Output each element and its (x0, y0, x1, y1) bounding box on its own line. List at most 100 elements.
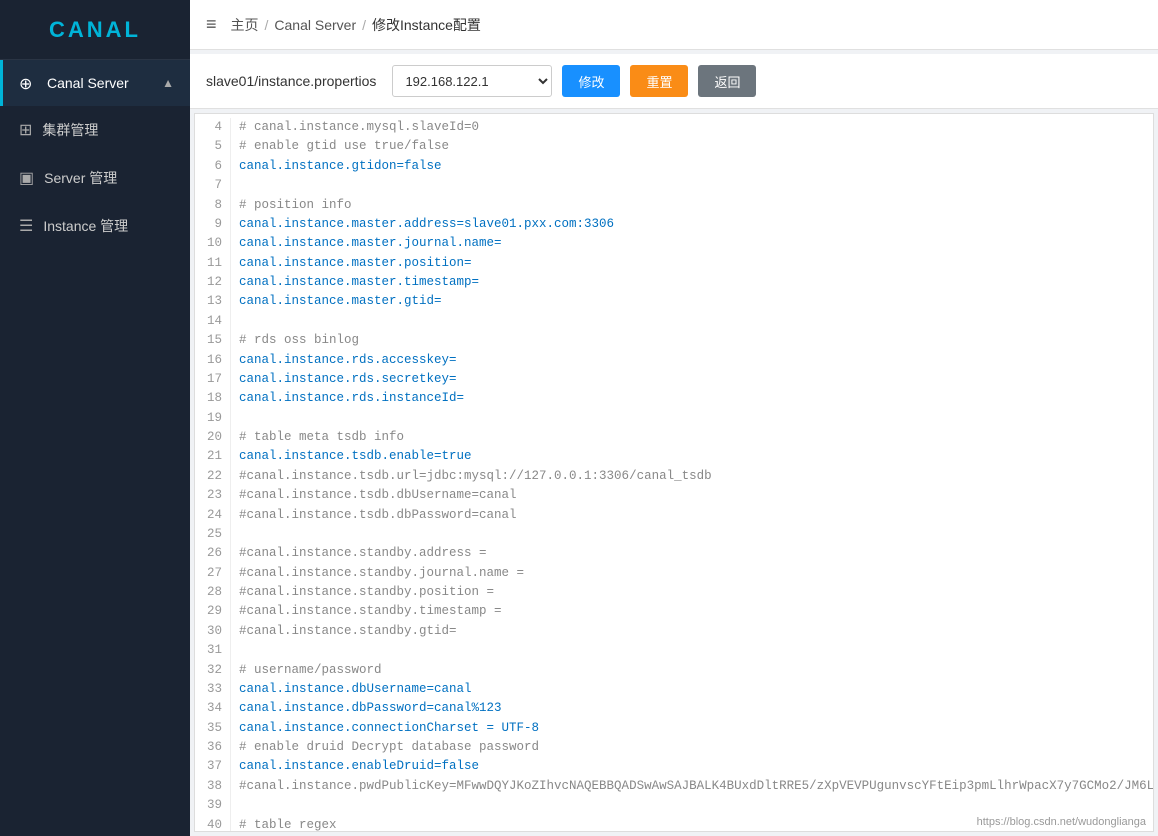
table-row: 24 #canal.instance.tsdb.dbPassword=canal (195, 506, 1153, 525)
line-number: 22 (195, 467, 231, 486)
table-row: 39 (195, 796, 1153, 815)
line-number: 6 (195, 157, 231, 176)
sidebar-canal-server[interactable]: ⊕ Canal Server ▲ (0, 60, 190, 106)
server-icon: ⊕ (19, 74, 37, 92)
table-row: 18 canal.instance.rds.instanceId= (195, 389, 1153, 408)
line-number: 18 (195, 389, 231, 408)
table-row: 7 (195, 176, 1153, 195)
line-content: #canal.instance.tsdb.dbUsername=canal (239, 486, 1153, 505)
line-number: 40 (195, 816, 231, 833)
line-number: 38 (195, 777, 231, 796)
line-number: 20 (195, 428, 231, 447)
sidebar-server-label: Server 管理 (44, 168, 117, 188)
table-row: 6 canal.instance.gtidon=false (195, 157, 1153, 176)
table-row: 15# rds oss binlog (195, 331, 1153, 350)
line-number: 14 (195, 312, 231, 331)
line-number: 10 (195, 234, 231, 253)
table-row: 5 # enable gtid use true/false (195, 137, 1153, 156)
code-editor[interactable]: 4 # canal.instance.mysql.slaveId=0 5 # enab… (194, 113, 1154, 832)
line-number: 16 (195, 351, 231, 370)
line-content: canal.instance.connectionCharset = UTF-8 (239, 719, 1153, 738)
table-row: 36# enable druid Decrypt database passwo… (195, 738, 1153, 757)
line-number: 21 (195, 447, 231, 466)
table-row: 21 canal.instance.tsdb.enable=true (195, 447, 1153, 466)
line-content: #canal.instance.tsdb.url=jdbc:mysql://12… (239, 467, 1153, 486)
table-row: 22 #canal.instance.tsdb.url=jdbc:mysql://… (195, 467, 1153, 486)
line-number: 17 (195, 370, 231, 389)
sidebar-item-instance[interactable]: ☰ Instance 管理 (0, 202, 190, 250)
table-row: 28#canal.instance.standby.position = (195, 583, 1153, 602)
line-content: #canal.instance.standby.timestamp = (239, 602, 1153, 621)
line-number: 34 (195, 699, 231, 718)
table-row: 9canal.instance.master.address=slave01.p… (195, 215, 1153, 234)
table-row: 35canal.instance.connectionCharset = UTF… (195, 719, 1153, 738)
sidebar-item-server[interactable]: ▣ Server 管理 (0, 154, 190, 202)
file-path: slave01/instance.propertios (206, 73, 376, 89)
line-content: #canal.instance.standby.address = (239, 544, 1153, 563)
table-row: 30#canal.instance.standby.gtid= (195, 622, 1153, 641)
table-row: 33 canal.instance.dbUsername=canal (195, 680, 1153, 699)
table-row: 19 (195, 409, 1153, 428)
table-row: 11 canal.instance.master.position= (195, 254, 1153, 273)
back-button[interactable]: 返回 (698, 65, 756, 97)
line-content: canal.instance.master.gtid= (239, 292, 1153, 311)
line-content: # enable druid Decrypt database password (239, 738, 1153, 757)
header: ≡ 主页 / Canal Server / 修改Instance配置 (190, 0, 1158, 50)
line-content: canal.instance.master.timestamp= (239, 273, 1153, 292)
table-row: 13canal.instance.master.gtid= (195, 292, 1153, 311)
line-content: canal.instance.master.position= (239, 254, 1153, 273)
breadcrumb: 主页 / Canal Server / 修改Instance配置 (231, 15, 481, 35)
line-number: 11 (195, 254, 231, 273)
line-number: 32 (195, 661, 231, 680)
line-content: # enable gtid use true/false (239, 137, 1153, 156)
line-content: # position info (239, 196, 1153, 215)
line-number: 28 (195, 583, 231, 602)
line-number: 9 (195, 215, 231, 234)
breadcrumb-canal-server[interactable]: Canal Server (274, 17, 356, 33)
sidebar-logo: CANAL (0, 0, 190, 60)
line-number: 26 (195, 544, 231, 563)
reset-button[interactable]: 重置 (630, 65, 688, 97)
line-number: 37 (195, 757, 231, 776)
line-content: canal.instance.rds.instanceId= (239, 389, 1153, 408)
line-number: 7 (195, 176, 231, 195)
line-number: 19 (195, 409, 231, 428)
table-row: 23#canal.instance.tsdb.dbUsername=canal (195, 486, 1153, 505)
breadcrumb-home[interactable]: 主页 (231, 15, 259, 35)
sidebar: CANAL ⊕ Canal Server ▲ ⊞ 集群管理 ▣ Server 管… (0, 0, 190, 836)
ip-select[interactable]: 192.168.122.1 (392, 65, 552, 97)
main-content: ≡ 主页 / Canal Server / 修改Instance配置 slave… (190, 0, 1158, 836)
line-number: 33 (195, 680, 231, 699)
line-number: 4 (195, 118, 231, 137)
line-number: 5 (195, 137, 231, 156)
table-row: 4 # canal.instance.mysql.slaveId=0 (195, 118, 1153, 137)
sidebar-main-label: Canal Server (47, 75, 129, 91)
line-number: 24 (195, 506, 231, 525)
table-row: 37canal.instance.enableDruid=false (195, 757, 1153, 776)
table-row: 27#canal.instance.standby.journal.name = (195, 564, 1153, 583)
footer-url: https://blog.csdn.net/wudonglianga (977, 816, 1146, 828)
line-content: canal.instance.gtidon=false (239, 157, 1153, 176)
line-number: 25 (195, 525, 231, 544)
line-content: canal.instance.dbPassword=canal%123 (239, 699, 1153, 718)
line-number: 39 (195, 796, 231, 815)
line-content: canal.instance.tsdb.enable=true (239, 447, 1153, 466)
logo-text: CANAL (49, 17, 141, 43)
table-row: 8# position info (195, 196, 1153, 215)
modify-button[interactable]: 修改 (562, 65, 620, 97)
sidebar-instance-label: Instance 管理 (43, 216, 128, 236)
table-row: 10canal.instance.master.journal.name= (195, 234, 1153, 253)
sidebar-item-cluster[interactable]: ⊞ 集群管理 (0, 106, 190, 154)
breadcrumb-current: 修改Instance配置 (372, 15, 481, 35)
line-content: #canal.instance.standby.gtid= (239, 622, 1153, 641)
line-content: canal.instance.dbUsername=canal (239, 680, 1153, 699)
table-row: 26 #canal.instance.standby.address = (195, 544, 1153, 563)
menu-icon[interactable]: ≡ (206, 14, 217, 35)
table-row: 25 (195, 525, 1153, 544)
line-content: # rds oss binlog (239, 331, 1153, 350)
line-number: 12 (195, 273, 231, 292)
line-content: # canal.instance.mysql.slaveId=0 (239, 118, 1153, 137)
line-number: 29 (195, 602, 231, 621)
table-row: 31 (195, 641, 1153, 660)
line-content: #canal.instance.tsdb.dbPassword=canal (239, 506, 1153, 525)
